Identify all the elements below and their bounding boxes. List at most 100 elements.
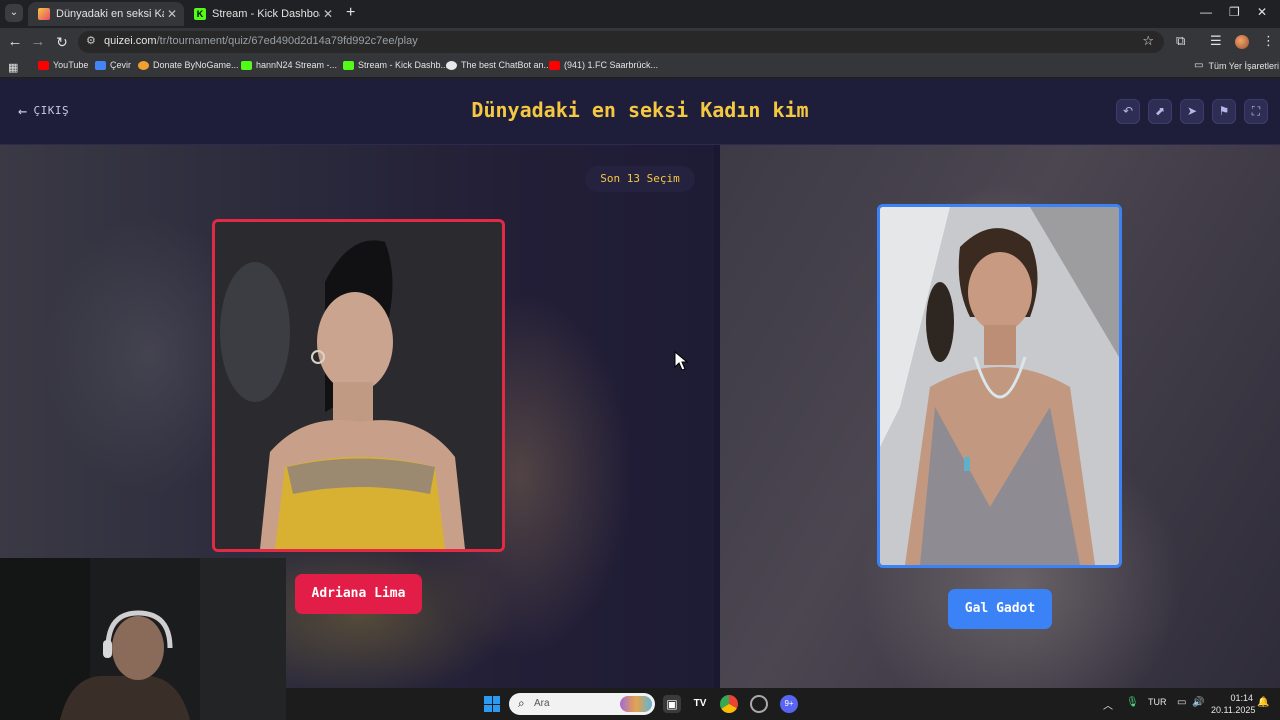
url-text: quizei.com/tr/tournament/quiz/67ed490d2d… bbox=[104, 35, 418, 47]
bookmark-fc-saarbrucken[interactable]: (941) 1.FC Saarbrück... bbox=[549, 60, 658, 70]
new-tab-button[interactable]: + bbox=[346, 5, 355, 21]
tradingview-icon[interactable]: TV bbox=[691, 695, 709, 713]
webcam-overlay bbox=[0, 558, 286, 720]
share-icon: ⬈ bbox=[1154, 104, 1166, 118]
tab-quiz[interactable]: Dünyadaki en seksi Kadın kim - ✕ bbox=[28, 2, 184, 26]
quiz-header: ← ÇIKIŞ Dünyadaki en seksi Kadın kim ↶ ⬈… bbox=[0, 79, 1280, 145]
right-choice-image[interactable] bbox=[877, 204, 1122, 568]
windows-logo-icon bbox=[484, 696, 492, 704]
bookmark-label: hannN24 Stream -... bbox=[256, 60, 338, 70]
extensions-icon[interactable]: ⧉ bbox=[1176, 34, 1185, 48]
kick-icon bbox=[241, 60, 252, 70]
clock-date: 20.11.2025 bbox=[1211, 705, 1256, 715]
bookmark-label: Donate ByNoGame... bbox=[153, 60, 239, 70]
bookmark-label: The best ChatBot an... bbox=[461, 60, 552, 70]
start-button[interactable] bbox=[484, 696, 500, 712]
notification-icon[interactable]: 🔔 bbox=[1257, 697, 1269, 708]
report-button[interactable]: ⚑ bbox=[1212, 99, 1236, 124]
minimize-button[interactable]: — bbox=[1200, 5, 1212, 19]
language-indicator[interactable]: TUR bbox=[1148, 697, 1167, 707]
chatbot-icon bbox=[446, 60, 457, 70]
mouse-cursor-icon bbox=[674, 351, 688, 371]
youtube-icon bbox=[38, 60, 49, 70]
right-choice-button[interactable]: Gal Gadot bbox=[948, 589, 1052, 629]
task-view-icon[interactable]: ▣ bbox=[663, 695, 681, 713]
recent-choices-badge[interactable]: Son 13 Seçim bbox=[585, 166, 695, 192]
translate-icon bbox=[95, 60, 106, 70]
discord-badge: 9+ bbox=[784, 699, 794, 708]
windows-logo-icon bbox=[492, 696, 500, 704]
tab-kick-dashboard[interactable]: K Stream - Kick Dashboard ✕ bbox=[184, 2, 340, 26]
forward-button[interactable]: → bbox=[29, 33, 47, 51]
left-portrait-illustration bbox=[215, 222, 502, 549]
left-choice-image[interactable] bbox=[212, 219, 505, 552]
tab-title: Stream - Kick Dashboard bbox=[212, 8, 320, 20]
share-button[interactable]: ⬈ bbox=[1148, 99, 1172, 124]
search-placeholder: Ara bbox=[534, 698, 550, 709]
taskbar-search[interactable]: ⌕ Ara bbox=[509, 693, 655, 715]
restore-button[interactable]: ❐ bbox=[1229, 5, 1240, 19]
bookmark-bynogame[interactable]: Donate ByNoGame... bbox=[138, 60, 239, 70]
taskbar-clock[interactable]: 01:14 20.11.2025 bbox=[1211, 692, 1256, 716]
bynogame-icon bbox=[138, 60, 149, 70]
fullscreen-icon: ⛶ bbox=[1251, 104, 1261, 118]
quizei-favicon-icon bbox=[38, 8, 50, 20]
bookmark-kick-dashboard[interactable]: Stream - Kick Dashb... bbox=[343, 60, 448, 70]
send-icon: ➤ bbox=[1186, 104, 1198, 118]
url-host: quizei.com bbox=[104, 35, 157, 47]
kick-favicon-icon: K bbox=[194, 8, 206, 20]
all-bookmarks[interactable]: ▭ Tüm Yer İşaretleri bbox=[1194, 60, 1279, 71]
close-tab-icon[interactable]: ✕ bbox=[164, 7, 180, 21]
search-icon: ⌕ bbox=[518, 696, 525, 710]
media-controls-icon[interactable]: ☰ bbox=[1210, 34, 1222, 48]
bookmark-label: Çevir bbox=[110, 60, 132, 70]
tab-title: Dünyadaki en seksi Kadın kim - bbox=[56, 8, 164, 20]
volume-icon[interactable]: 🔊 bbox=[1192, 697, 1204, 708]
streamer-webcam-illustration bbox=[0, 558, 286, 720]
youtube-icon bbox=[549, 60, 560, 70]
close-window-button[interactable]: ✕ bbox=[1257, 5, 1267, 19]
bookmark-translate[interactable]: Çevir bbox=[95, 60, 131, 70]
bookmark-chatbot[interactable]: The best ChatBot an... bbox=[446, 60, 551, 70]
tab-search-button[interactable]: ⌄ bbox=[5, 4, 23, 22]
browser-toolbar: ← → ↻ ⚙ quizei.com/tr/tournament/quiz/67… bbox=[0, 28, 1280, 56]
bookmark-hannn24[interactable]: hannN24 Stream -... bbox=[241, 60, 337, 70]
browser-tab-bar: ⌄ Dünyadaki en seksi Kadın kim - ✕ K Str… bbox=[0, 0, 1280, 28]
microphone-icon[interactable]: 🎙 bbox=[1126, 697, 1139, 708]
fullscreen-button[interactable]: ⛶ bbox=[1244, 99, 1268, 124]
windows-logo-icon bbox=[492, 704, 500, 712]
bookmarks-bar: ▦ YouTube Çevir Donate ByNoGame... hannN… bbox=[0, 56, 1280, 78]
bookmark-label: Stream - Kick Dashb... bbox=[358, 60, 449, 70]
url-path: /tr/tournament/quiz/67ed490d2d14a79fd992… bbox=[156, 35, 418, 47]
profile-avatar[interactable] bbox=[1235, 35, 1249, 49]
apps-grid-icon[interactable]: ▦ bbox=[8, 61, 18, 74]
kick-icon bbox=[343, 60, 354, 70]
send-button[interactable]: ➤ bbox=[1180, 99, 1204, 124]
folder-icon: ▭ bbox=[1194, 60, 1204, 71]
undo-button[interactable]: ↶ bbox=[1116, 99, 1140, 124]
left-choice-button[interactable]: Adriana Lima bbox=[295, 574, 422, 614]
discord-icon[interactable]: 9+ bbox=[780, 695, 798, 713]
windows-logo-icon bbox=[484, 704, 492, 712]
obs-icon[interactable] bbox=[750, 695, 768, 713]
reload-button[interactable]: ↻ bbox=[53, 33, 71, 51]
bookmark-label: Tüm Yer İşaretleri bbox=[1208, 60, 1279, 71]
bookmark-label: (941) 1.FC Saarbrück... bbox=[564, 60, 659, 70]
close-tab-icon[interactable]: ✕ bbox=[320, 7, 336, 21]
address-bar[interactable]: ⚙ quizei.com/tr/tournament/quiz/67ed490d… bbox=[78, 31, 1164, 53]
browser-menu-icon[interactable]: ⋮ bbox=[1262, 34, 1275, 48]
site-info-icon[interactable]: ⚙ bbox=[86, 34, 96, 47]
back-button[interactable]: ← bbox=[6, 33, 24, 51]
quiz-title: Dünyadaki en seksi Kadın kim bbox=[471, 98, 809, 122]
flag-icon: ⚑ bbox=[1218, 104, 1230, 118]
bookmark-label: YouTube bbox=[53, 60, 89, 70]
bookmark-star-icon[interactable]: ☆ bbox=[1142, 33, 1154, 49]
bookmark-youtube[interactable]: YouTube bbox=[38, 60, 88, 70]
network-icon[interactable]: ▭ bbox=[1177, 697, 1186, 708]
undo-icon: ↶ bbox=[1122, 104, 1134, 118]
search-highlight-icon bbox=[620, 696, 652, 712]
clock-time: 01:14 bbox=[1230, 693, 1253, 703]
tray-overflow-icon[interactable]: ︿ bbox=[1103, 697, 1113, 712]
chrome-icon[interactable] bbox=[720, 695, 738, 713]
right-portrait-illustration bbox=[880, 207, 1119, 565]
